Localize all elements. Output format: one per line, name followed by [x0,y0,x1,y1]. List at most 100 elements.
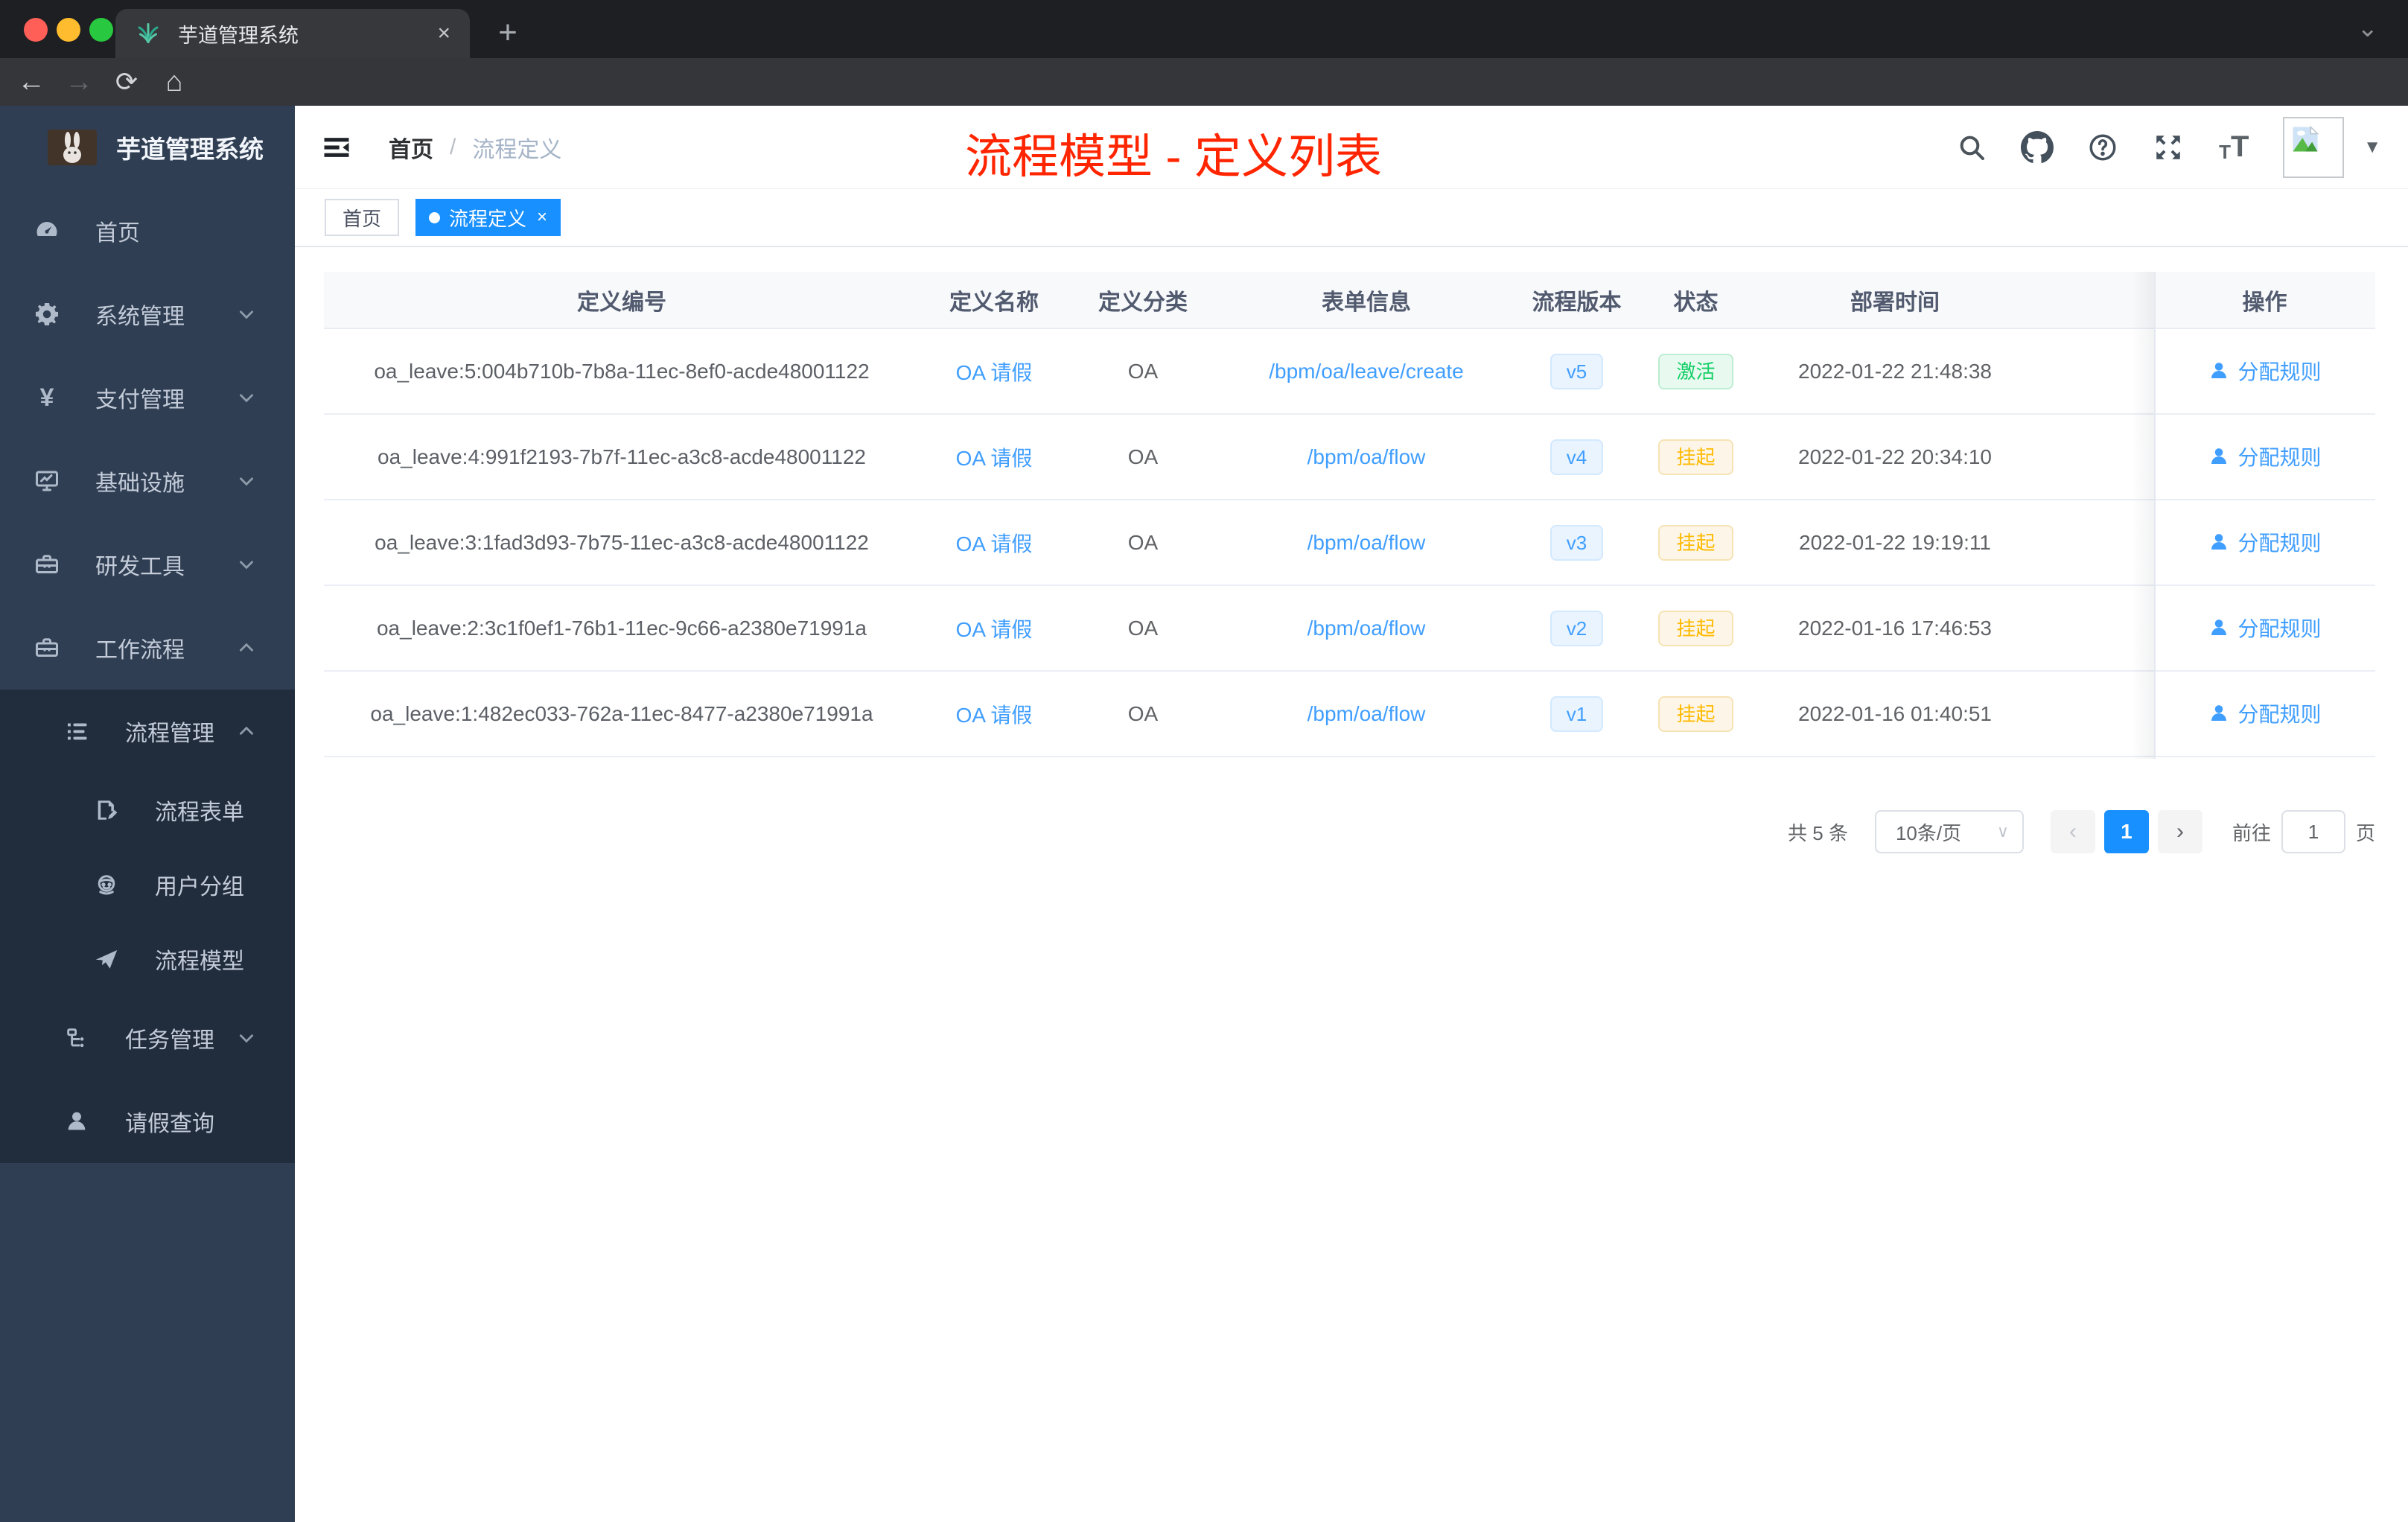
reload-icon[interactable]: ⟳ [106,58,147,106]
page-size-select[interactable]: 10条/页 ∨ [1874,810,2024,853]
assign-rule-label: 分配规则 [2237,360,2322,383]
tag-close-icon[interactable]: × [537,207,547,228]
grass-favicon-icon [135,19,162,49]
sidebar-item-leave-query[interactable]: 请假查询 [0,1080,295,1163]
cell-name-link[interactable]: OA 请假 [956,532,1033,555]
col-header-id: 定义编号 [577,290,666,315]
assign-rule-button[interactable]: 分配规则 [2208,442,2322,471]
sidebar-item-label: 请假查询 [125,1112,214,1136]
sidebar-item-home[interactable]: 首页 [0,189,295,273]
help-icon[interactable] [2086,131,2119,164]
pagination-total: 共 5 条 [1788,821,1848,844]
version-badge: v4 [1549,439,1604,475]
home-icon[interactable]: ⌂ [153,58,195,106]
assign-rule-button[interactable]: 分配规则 [2208,527,2322,557]
sidebar-item-label: 基础设施 [95,471,185,496]
browser-tab-strip: 芋道管理系统 × + ⌄ [0,0,2408,58]
breadcrumb-home[interactable]: 首页 [389,131,433,164]
search-icon[interactable] [1955,131,1988,164]
assign-rule-button[interactable]: 分配规则 [2208,698,2322,728]
sidebar-item-user-group[interactable]: 用户分组 [0,847,295,922]
cell-name-link[interactable]: OA 请假 [956,618,1033,641]
caret-down-icon[interactable]: ▼ [2363,137,2381,158]
yen-icon: ¥ [39,383,54,412]
logo-avatar [48,130,97,165]
user-icon [2211,704,2227,721]
tab-search-chevron-icon[interactable]: ⌄ [2357,13,2379,43]
briefcase-icon [33,634,61,662]
hamburger-icon[interactable] [320,131,353,164]
tab-close-icon[interactable]: × [437,22,450,45]
version-badge: v5 [1549,353,1604,389]
sidebar-item-label: 研发工具 [95,555,185,579]
select-caret-icon: ∨ [1996,822,2009,841]
workflow-submenu: 流程管理 流程表单 用户分组 流程模型 任务管理 请假查询 [0,690,295,1163]
active-dot-icon [429,211,441,223]
tags-view-bar: 首页 流程定义 × [295,189,2408,247]
version-badge: v1 [1549,695,1604,732]
cell-category: OA [1127,701,1159,725]
cell-form-link[interactable]: /bpm/oa/flow [1307,702,1426,725]
sidebar-item-infra[interactable]: 基础设施 [0,439,295,523]
cell-form-link[interactable]: /bpm/oa/flow [1307,531,1426,554]
assign-rule-button[interactable]: 分配规则 [2208,356,2322,386]
cell-category: OA [1127,530,1159,554]
font-size-icon[interactable]: TT [2217,130,2250,164]
cell-deploy-time: 2022-01-22 20:34:10 [1798,445,1992,468]
sidebar: 芋道管理系统 首页 系统管理 ¥ 支付管理 基础设施 研发工具 工作流程 流程管… [0,106,295,1522]
page-number-button[interactable]: 1 [2103,810,2149,853]
breadcrumb-separator: / [450,135,456,159]
cell-id: oa_leave:2:3c1f0ef1-76b1-11ec-9c66-a2380… [376,616,867,640]
table-row: oa_leave:4:991f2193-7b7f-11ec-a3c8-acde4… [324,415,2375,500]
sidebar-item-devtools[interactable]: 研发工具 [0,523,295,606]
goto-page-input[interactable]: 1 [2281,810,2345,853]
new-tab-button[interactable]: + [485,10,530,55]
sidebar-item-system[interactable]: 系统管理 [0,273,295,356]
sidebar-item-process-mgmt[interactable]: 流程管理 [0,690,295,773]
assign-rule-button[interactable]: 分配规则 [2208,613,2322,643]
sidebar-item-workflow[interactable]: 工作流程 [0,606,295,690]
tag-process-definition[interactable]: 流程定义 × [415,199,561,236]
gear-icon [33,300,61,328]
fullscreen-icon[interactable] [2152,131,2185,164]
cell-category: OA [1127,359,1159,383]
cell-form-link[interactable]: /bpm/oa/flow [1307,445,1426,468]
col-header-version: 流程版本 [1532,290,1622,315]
version-badge: v2 [1549,610,1604,646]
assign-rule-label: 分配规则 [2237,445,2322,469]
app-title: 芋道管理系统 [116,136,264,163]
sidebar-item-task-mgmt[interactable]: 任务管理 [0,996,295,1080]
sidebar-item-process-form[interactable]: 流程表单 [0,773,295,847]
sidebar-logo[interactable]: 芋道管理系统 [0,106,295,189]
zoom-window-button[interactable] [89,18,113,42]
close-window-button[interactable] [24,18,48,42]
avatar[interactable] [2283,117,2345,178]
sidebar-item-payment[interactable]: ¥ 支付管理 [0,356,295,439]
forward-icon[interactable]: → [58,58,100,106]
tag-home[interactable]: 首页 [325,199,400,236]
status-badge: 挂起 [1658,439,1733,475]
cell-name-link[interactable]: OA 请假 [956,447,1033,470]
chevron-down-icon [237,471,256,491]
minimize-window-button[interactable] [57,18,80,42]
user-icon [2211,619,2227,635]
sidebar-item-label: 流程管理 [125,722,214,746]
cell-name-link[interactable]: OA 请假 [956,704,1033,727]
user-icon [2211,533,2227,550]
next-page-button[interactable]: › [2157,810,2202,853]
sidebar-item-label: 任务管理 [125,1028,214,1053]
cell-deploy-time: 2022-01-22 21:48:38 [1798,359,1992,383]
cell-name-link[interactable]: OA 请假 [956,361,1033,384]
github-icon[interactable] [2021,131,2054,164]
cell-form-link[interactable]: /bpm/oa/leave/create [1269,360,1464,383]
annotation-title: 流程模型 - 定义列表 [965,131,1382,183]
back-icon[interactable]: ← [10,58,52,106]
sidebar-item-label: 用户分组 [155,875,244,899]
table-row: oa_leave:1:482ec033-762a-11ec-8477-a2380… [324,672,2375,757]
person-icon [63,1107,91,1136]
prev-page-button[interactable]: ‹ [2050,810,2095,853]
cell-form-link[interactable]: /bpm/oa/flow [1307,617,1426,640]
browser-tab[interactable]: 芋道管理系统 × [115,9,470,58]
tree-icon [63,1024,91,1052]
sidebar-item-process-model[interactable]: 流程模型 [0,922,295,996]
